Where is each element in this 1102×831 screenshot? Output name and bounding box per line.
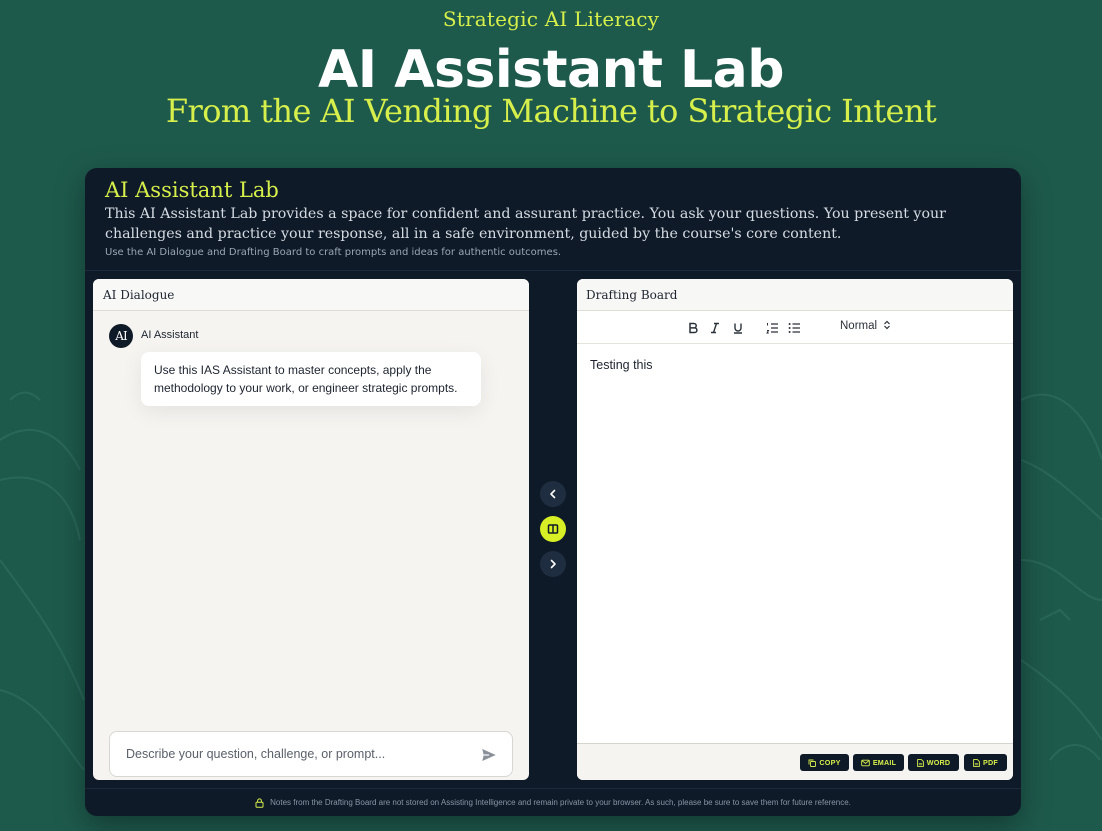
chat-input[interactable] xyxy=(126,744,466,764)
lab-card: AI Assistant Lab This AI Assistant Lab p… xyxy=(85,168,1021,816)
collapse-left-button[interactable] xyxy=(540,481,566,507)
card-hint: Use the AI Dialogue and Drafting Board t… xyxy=(105,247,562,258)
hero-eyebrow: Strategic AI Literacy xyxy=(442,7,660,31)
assistant-avatar: AI xyxy=(109,324,133,348)
columns-icon xyxy=(547,524,559,534)
pdf-button[interactable]: PDF xyxy=(964,754,1007,771)
bullet-list-button[interactable] xyxy=(786,320,802,336)
email-label: EMAIL xyxy=(872,758,897,767)
assistant-sender-name: AI Assistant xyxy=(141,329,199,341)
drafting-board-panel: Drafting Board Normal Testing this COPY … xyxy=(577,279,1013,780)
document-icon xyxy=(916,758,924,767)
ordered-list-button[interactable] xyxy=(764,320,780,336)
format-select[interactable]: Normal xyxy=(840,320,891,336)
word-button[interactable]: WORD xyxy=(908,754,959,771)
chat-input-box xyxy=(109,731,513,777)
drafting-editor[interactable]: Testing this xyxy=(577,345,1013,743)
privacy-footer: Notes from the Drafting Board are not st… xyxy=(85,788,1021,816)
hero-title: AI Assistant Lab xyxy=(318,40,785,100)
underline-button[interactable] xyxy=(730,320,746,336)
editor-toolbar: Normal xyxy=(577,311,1013,344)
card-title: AI Assistant Lab xyxy=(105,178,279,202)
lock-icon xyxy=(255,797,264,808)
ai-dialogue-panel: AI Dialogue AI AI Assistant Use this IAS… xyxy=(93,279,529,780)
chevron-right-icon xyxy=(550,559,556,569)
mail-icon xyxy=(861,759,870,766)
hero-subtitle: From the AI Vending Machine to Strategic… xyxy=(165,92,937,130)
pdf-label: PDF xyxy=(983,758,998,767)
card-header: AI Assistant Lab This AI Assistant Lab p… xyxy=(105,176,995,258)
send-icon xyxy=(482,749,496,761)
split-view-button[interactable] xyxy=(540,516,566,542)
underline-icon xyxy=(734,323,742,334)
bold-icon xyxy=(689,322,698,334)
bold-button[interactable] xyxy=(685,320,701,336)
italic-icon xyxy=(711,322,719,334)
copy-button[interactable]: COPY xyxy=(800,754,849,771)
select-arrows-icon xyxy=(884,320,891,330)
ai-dialogue-title: AI Dialogue xyxy=(93,279,529,311)
email-button[interactable]: EMAIL xyxy=(853,754,904,771)
collapse-right-button[interactable] xyxy=(540,551,566,577)
pdf-document-icon xyxy=(973,758,980,767)
send-button[interactable] xyxy=(480,746,498,764)
card-description: This AI Assistant Lab provides a space f… xyxy=(105,206,946,242)
ordered-list-icon xyxy=(765,323,778,334)
italic-button[interactable] xyxy=(707,320,723,336)
word-label: WORD xyxy=(926,758,951,767)
copy-label: COPY xyxy=(819,758,841,767)
card-divider xyxy=(85,270,1021,271)
export-bar: COPY EMAIL WORD PDF xyxy=(577,743,1013,780)
privacy-note: Notes from the Drafting Board are not st… xyxy=(270,798,851,807)
copy-icon xyxy=(808,759,817,767)
assistant-message-bubble: Use this IAS Assistant to master concept… xyxy=(141,352,481,406)
format-select-value: Normal xyxy=(840,320,878,332)
chevron-left-icon xyxy=(550,489,556,499)
drafting-board-title: Drafting Board xyxy=(577,279,1013,311)
bullet-list-icon xyxy=(788,323,800,333)
